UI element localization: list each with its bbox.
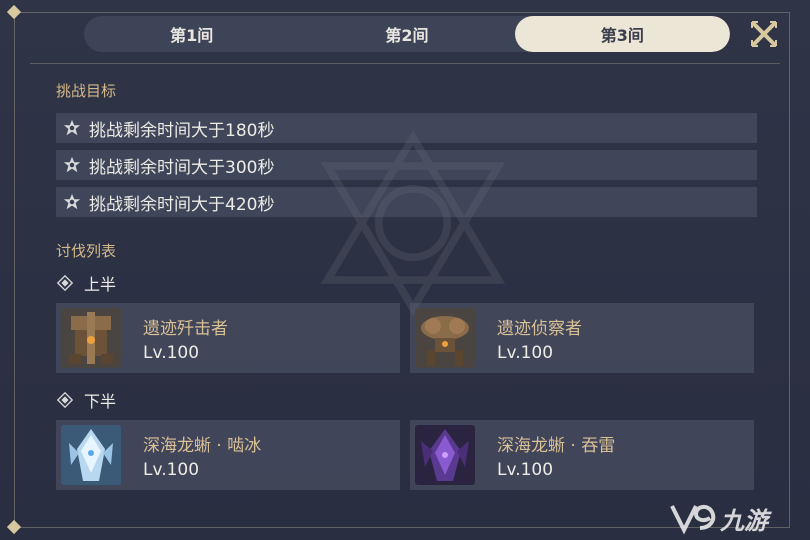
ruin-destroyer-portrait — [61, 308, 121, 368]
corner-ornament-icon — [6, 4, 22, 20]
enemy-card[interactable]: 遗迹侦察者 Lv.100 — [410, 303, 754, 373]
close-x-icon — [751, 21, 777, 47]
challenge-goal-row: 挑战剩余时间大于300秒 — [56, 150, 757, 180]
watermark-text: 九游 — [720, 507, 768, 535]
enemy-card[interactable]: 深海龙蜥 · 吞雷 Lv.100 — [410, 420, 754, 490]
enemy-level: Lv.100 — [143, 342, 200, 363]
enemy-level: Lv.100 — [497, 459, 554, 480]
half-label-text: 上半 — [84, 275, 117, 294]
enemy-card[interactable]: 深海龙蜥 · 啮冰 Lv.100 — [56, 420, 400, 490]
electro-abyss-lizard-portrait — [415, 425, 475, 485]
corner-ornament-icon — [6, 519, 22, 535]
tab-chamber-3[interactable]: 第3间 — [514, 16, 730, 52]
enemy-name: 遗迹侦察者 — [497, 318, 582, 339]
diamond-icon — [56, 274, 74, 292]
frost-abyss-lizard-portrait — [61, 425, 121, 485]
tab-chamber-1[interactable]: 第1间 — [84, 16, 299, 52]
enemy-level: Lv.100 — [497, 342, 554, 363]
9game-logo-icon — [670, 505, 716, 535]
second-half-label: 下半 — [56, 390, 117, 411]
challenge-goal-row: 挑战剩余时间大于420秒 — [56, 187, 757, 217]
abyss-star-icon — [63, 156, 81, 173]
site-watermark: 九游 — [666, 498, 768, 538]
abyss-star-icon — [63, 193, 81, 210]
abyss-star-icon — [63, 119, 81, 136]
enemy-card[interactable]: 遗迹歼击者 Lv.100 — [56, 303, 400, 373]
challenge-goals-title: 挑战目标 — [56, 82, 117, 100]
chamber-tabs: 第1间 第2间 第3间 — [84, 16, 730, 52]
enemy-list-title: 讨伐列表 — [56, 242, 117, 260]
goal-text: 挑战剩余时间大于180秒 — [89, 120, 275, 141]
first-half-label: 上半 — [56, 273, 117, 294]
enemy-name: 遗迹歼击者 — [143, 318, 228, 339]
goal-text: 挑战剩余时间大于420秒 — [89, 194, 275, 215]
enemy-name: 深海龙蜥 · 啮冰 — [143, 435, 262, 456]
tab-chamber-2[interactable]: 第2间 — [299, 16, 514, 52]
close-button[interactable] — [748, 18, 780, 50]
diamond-icon — [56, 391, 74, 409]
header-divider — [30, 63, 780, 64]
goal-text: 挑战剩余时间大于300秒 — [89, 157, 275, 178]
enemy-level: Lv.100 — [143, 459, 200, 480]
abyss-chamber-panel: 第1间 第2间 第3间 挑战目标 挑战剩余时间大于180秒 挑战剩余时间大于30… — [0, 0, 810, 540]
challenge-goal-row: 挑战剩余时间大于180秒 — [56, 113, 757, 143]
half-label-text: 下半 — [84, 392, 117, 411]
enemy-name: 深海龙蜥 · 吞雷 — [497, 435, 616, 456]
ruin-scout-portrait — [415, 308, 475, 368]
